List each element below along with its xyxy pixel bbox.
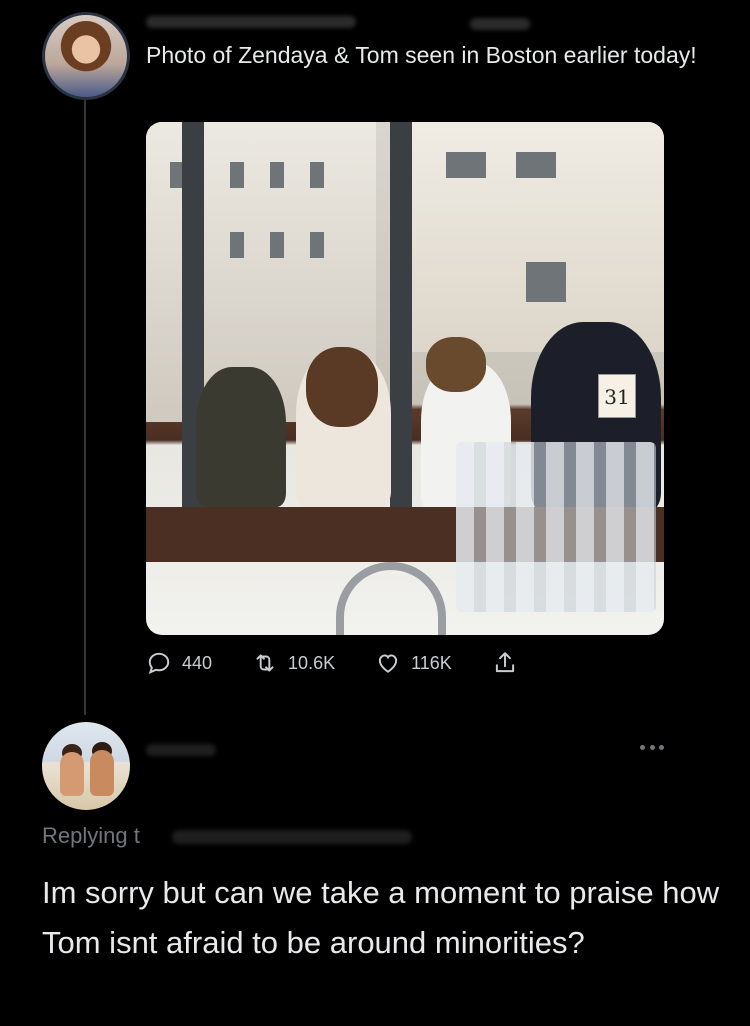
author-name-blurred[interactable] (146, 744, 216, 756)
reply-text: Im sorry but can we take a moment to pra… (42, 875, 720, 960)
avatar[interactable] (42, 12, 130, 100)
thread-line (84, 100, 86, 715)
tweet-photo[interactable]: 31 (146, 122, 664, 635)
stacked-cups (456, 442, 656, 612)
like-icon (378, 654, 398, 673)
author-handle-blurred (470, 18, 530, 30)
window-frame (390, 122, 412, 512)
reply-count: 440 (182, 652, 213, 673)
avatar[interactable] (42, 722, 130, 810)
retweet-count: 10.6K (288, 652, 336, 673)
table-number-sign: 31 (598, 374, 636, 418)
author-name-blurred[interactable] (146, 16, 356, 28)
replying-to-label: Replying t (42, 823, 140, 848)
like-count: 116K (411, 652, 452, 673)
faucet (336, 562, 446, 635)
reply-icon (148, 652, 170, 674)
replying-to-handle-blurred[interactable] (172, 830, 412, 844)
retweet-icon (256, 654, 274, 672)
tweet-actions: 440 10.6K 116K (146, 648, 666, 678)
like-button[interactable]: 116K (375, 650, 452, 676)
retweet-button[interactable]: 10.6K (252, 650, 335, 676)
tweet-text: Photo of Zendaya & Tom seen in Boston ea… (146, 42, 697, 68)
more-icon[interactable] (640, 740, 664, 754)
reply-button[interactable]: 440 (146, 650, 212, 676)
share-button[interactable] (492, 650, 528, 676)
share-icon (495, 652, 514, 673)
